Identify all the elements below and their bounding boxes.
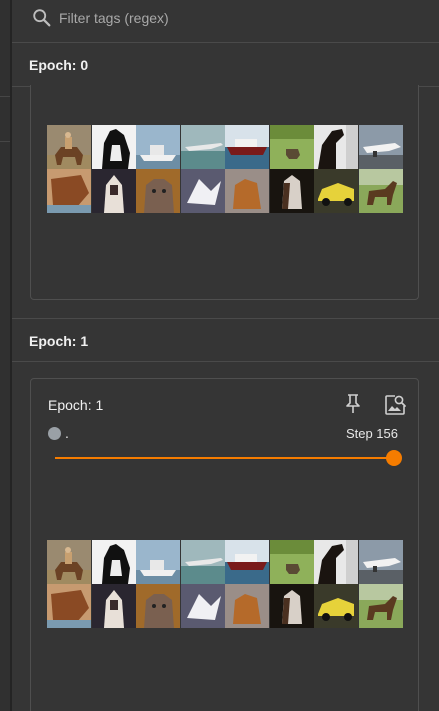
image-thumbnail-white-airplane (358, 125, 403, 169)
image-thumbnail-white-boat (136, 540, 180, 584)
main-panel: Epoch: 0 Epoch: 1 Epoch: 1 . Step 156 (12, 0, 439, 711)
run-color-dot (48, 427, 61, 440)
run-name: . (65, 425, 69, 441)
image-thumbnail-airplane-over-water (180, 540, 225, 584)
app-root: Epoch: 0 Epoch: 1 Epoch: 1 . Step 156 (0, 0, 439, 711)
image-thumbnail-dog-dark (91, 584, 136, 628)
image-thumbnail-yellow-car (314, 584, 358, 628)
divider (12, 318, 439, 319)
image-card-epoch-0 (30, 85, 419, 300)
image-thumbnail-person-on-horse (47, 540, 91, 584)
image-thumbnail-dog-dark (91, 169, 136, 213)
image-thumbnail-tabby-cat (136, 584, 180, 628)
pin-icon[interactable] (344, 393, 362, 415)
search-icon (33, 9, 51, 27)
image-thumbnail-ship (225, 540, 269, 584)
image-thumbnail-deer-on-grass (269, 540, 314, 584)
step-slider-thumb[interactable] (386, 450, 402, 466)
image-thumbnail-white-bird (180, 584, 225, 628)
image-thumbnail-airplane-over-water (180, 125, 225, 169)
image-card-epoch-1: Epoch: 1 . Step 156 (30, 378, 419, 711)
divider (12, 361, 439, 362)
image-thumbnail-black-white-cat (91, 125, 136, 169)
image-thumbnail-brown-cat (47, 169, 91, 213)
image-thumbnail-deer-on-grass (269, 125, 314, 169)
image-thumbnail-brown-dog (225, 584, 269, 628)
image-thumbnail-dog-face (269, 169, 314, 213)
group-header-label: Epoch: 0 (29, 57, 89, 73)
image-search-icon[interactable] (383, 393, 407, 417)
image-thumbnail-white-boat (136, 125, 180, 169)
image-thumbnail-white-bird (180, 169, 225, 213)
image-thumbnail-horse (358, 584, 403, 628)
left-panel-strip (0, 0, 10, 711)
image-thumbnail-horse (358, 169, 403, 213)
image-thumbnail-tabby-cat (136, 169, 180, 213)
group-header-label: Epoch: 1 (29, 333, 89, 349)
image-thumbnail-black-horse (314, 125, 358, 169)
group-header-epoch-1[interactable]: Epoch: 1 (12, 320, 439, 362)
card-title: Epoch: 1 (48, 397, 104, 413)
image-thumbnail-black-white-cat (91, 540, 136, 584)
image-thumbnail-yellow-car (314, 169, 358, 213)
image-grid[interactable] (47, 125, 403, 213)
image-thumbnail-black-horse (314, 540, 358, 584)
image-thumbnail-brown-cat (47, 584, 91, 628)
image-thumbnail-person-on-horse (47, 125, 91, 169)
image-thumbnail-ship (225, 125, 269, 169)
step-label: Step 156 (345, 426, 398, 441)
left-panel-divider (0, 141, 10, 142)
divider (12, 42, 439, 43)
image-grid[interactable] (47, 540, 403, 628)
filter-bar (12, 0, 439, 42)
group-header-epoch-0[interactable]: Epoch: 0 (12, 44, 439, 86)
image-thumbnail-white-airplane (358, 540, 403, 584)
step-slider-track[interactable] (55, 457, 394, 459)
filter-tags-input[interactable] (59, 8, 359, 28)
image-thumbnail-brown-dog (225, 169, 269, 213)
image-thumbnail-dog-face (269, 584, 314, 628)
left-panel-divider (0, 96, 10, 97)
